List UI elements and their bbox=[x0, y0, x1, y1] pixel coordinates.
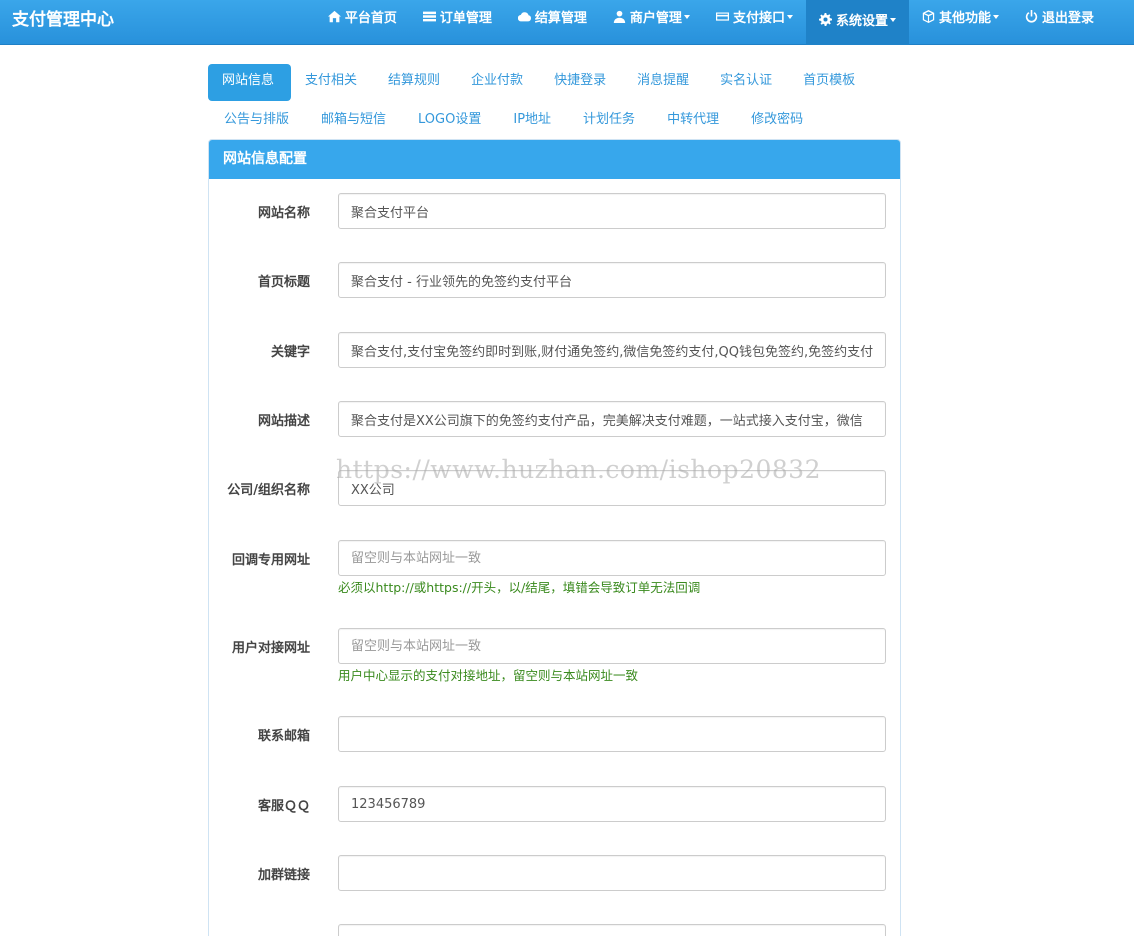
power-icon bbox=[1025, 10, 1038, 23]
field-label: 客服ＱＱ bbox=[257, 799, 310, 814]
field-label: 加群链接 bbox=[257, 868, 310, 883]
field-label: 回调专用网址 bbox=[231, 553, 310, 568]
settings-tabs: 网站信息 支付相关 结算规则 企业付款 快捷登录 消息提醒 实名认证 首页模板 … bbox=[208, 64, 908, 139]
nav-label: 退出登录 bbox=[1041, 11, 1094, 26]
credit-card-icon bbox=[715, 10, 729, 23]
tab-announcement[interactable]: 公告与排版 bbox=[208, 102, 305, 139]
nav-system-settings[interactable]: 系统设置 bbox=[805, 0, 909, 45]
nav-label: 其他功能 bbox=[938, 11, 991, 26]
tab-row: 网站信息 支付相关 结算规则 企业付款 快捷登录 消息提醒 实名认证 首页模板 bbox=[208, 64, 908, 101]
chevron-down-icon bbox=[683, 14, 690, 19]
tab-site-info[interactable]: 网站信息 bbox=[208, 64, 292, 101]
home-icon bbox=[327, 10, 341, 23]
group-link-input[interactable] bbox=[338, 855, 886, 891]
tab-real-name[interactable]: 实名认证 bbox=[706, 64, 789, 101]
field-label: 公司/组织名称 bbox=[227, 483, 310, 498]
nav-home[interactable]: 平台首页 bbox=[315, 0, 410, 39]
company-name-input[interactable] bbox=[338, 470, 886, 506]
user-api-url-help: 用户中心显示的支付对接地址，留空则与本站网址一致 bbox=[338, 668, 639, 683]
tab-notifications[interactable]: 消息提醒 bbox=[623, 64, 706, 101]
callback-url-input[interactable] bbox=[338, 540, 886, 576]
field-label: 网站描述 bbox=[257, 414, 310, 429]
chevron-down-icon bbox=[889, 17, 896, 22]
main-nav: 平台首页 订单管理 结算管理 商户管理 支付接口 系统设置 其他功能 退出登录 bbox=[315, 0, 1107, 45]
tab-homepage-template[interactable]: 首页模板 bbox=[789, 64, 872, 101]
nav-orders[interactable]: 订单管理 bbox=[410, 0, 505, 39]
top-navbar: 支付管理中心 平台首页 订单管理 结算管理 商户管理 支付接口 系统设置 其他功… bbox=[0, 0, 1134, 45]
tab-logo[interactable]: LOGO设置 bbox=[402, 102, 497, 139]
brand-title[interactable]: 支付管理中心 bbox=[12, 0, 114, 45]
next-field-input[interactable] bbox=[338, 924, 886, 936]
user-api-url-input[interactable] bbox=[338, 628, 886, 664]
tab-enterprise-payout[interactable]: 企业付款 bbox=[457, 64, 540, 101]
nav-label: 订单管理 bbox=[439, 11, 492, 26]
nav-merchants[interactable]: 商户管理 bbox=[600, 0, 703, 39]
nav-logout[interactable]: 退出登录 bbox=[1012, 0, 1107, 39]
tab-change-password[interactable]: 修改密码 bbox=[735, 102, 819, 139]
description-input[interactable] bbox=[338, 401, 886, 437]
tab-cron[interactable]: 计划任务 bbox=[567, 102, 651, 139]
cube-icon bbox=[922, 10, 935, 23]
field-label: 首页标题 bbox=[257, 275, 310, 290]
cloud-icon bbox=[517, 10, 531, 23]
nav-label: 商户管理 bbox=[629, 11, 682, 26]
service-qq-input[interactable] bbox=[338, 786, 886, 822]
user-icon bbox=[613, 10, 626, 23]
tab-ip-address[interactable]: IP地址 bbox=[497, 102, 567, 139]
home-title-input[interactable] bbox=[338, 262, 886, 298]
gear-icon bbox=[818, 13, 832, 26]
tab-payment[interactable]: 支付相关 bbox=[291, 64, 374, 101]
nav-label: 结算管理 bbox=[534, 11, 587, 26]
nav-label: 支付接口 bbox=[732, 11, 785, 26]
nav-payment-api[interactable]: 支付接口 bbox=[703, 0, 806, 39]
field-label: 关键字 bbox=[270, 345, 310, 360]
contact-email-input[interactable] bbox=[338, 716, 886, 752]
tab-email-sms[interactable]: 邮箱与短信 bbox=[305, 102, 402, 139]
nav-other-functions[interactable]: 其他功能 bbox=[909, 0, 1012, 39]
field-label: 网站名称 bbox=[257, 206, 310, 221]
field-label: 用户对接网址 bbox=[231, 641, 310, 656]
callback-url-help: 必须以http://或https://开头，以/结尾，填错会导致订单无法回调 bbox=[338, 580, 701, 595]
field-label: 联系邮箱 bbox=[257, 729, 310, 744]
chevron-down-icon bbox=[992, 14, 999, 19]
keywords-input[interactable] bbox=[338, 332, 886, 368]
nav-label: 系统设置 bbox=[835, 14, 888, 29]
nav-label: 平台首页 bbox=[344, 11, 397, 26]
tab-row: 公告与排版 邮箱与短信 LOGO设置 IP地址 计划任务 中转代理 修改密码 bbox=[208, 102, 908, 138]
nav-settlement[interactable]: 结算管理 bbox=[505, 0, 600, 39]
panel-title: 网站信息配置 bbox=[209, 140, 900, 179]
site-name-input[interactable] bbox=[338, 193, 886, 229]
list-icon bbox=[422, 10, 436, 23]
site-info-panel: 网站信息配置 网站名称 首页标题 关键字 网站描述 公司/组织名称 回调专用网址… bbox=[208, 139, 901, 936]
tab-settlement-rules[interactable]: 结算规则 bbox=[374, 64, 457, 101]
tab-proxy[interactable]: 中转代理 bbox=[651, 102, 735, 139]
chevron-down-icon bbox=[786, 14, 793, 19]
tab-quick-login[interactable]: 快捷登录 bbox=[540, 64, 623, 101]
